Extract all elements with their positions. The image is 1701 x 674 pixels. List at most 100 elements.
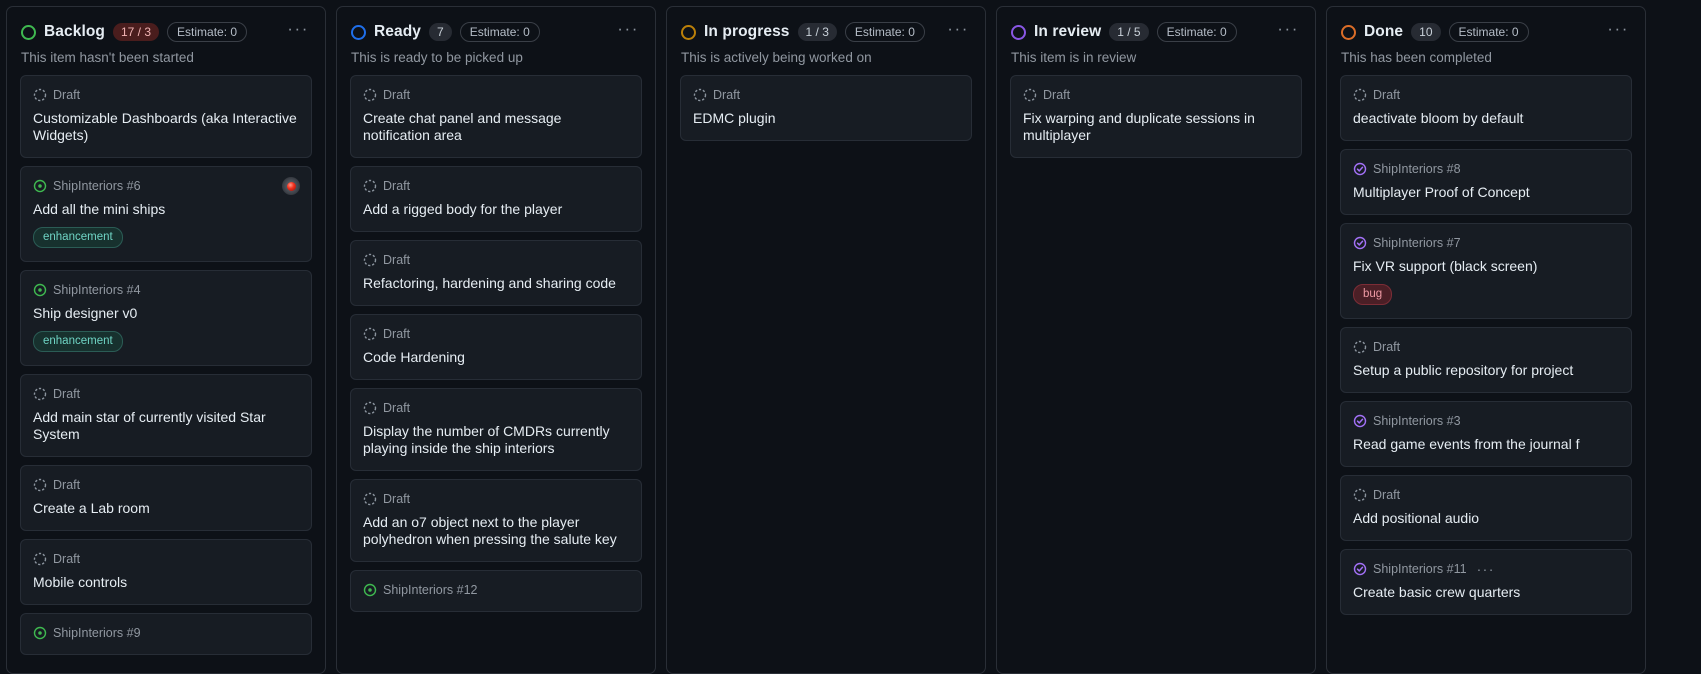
status-circle-icon [1341,24,1356,40]
card-meta-label: ShipInteriors #12 [383,583,478,597]
column-name: In review [1034,23,1102,40]
board-card[interactable]: Draft Add a rigged body for the player [350,166,642,232]
closed-issue-icon [1353,162,1367,176]
card-title: Fix VR support (black screen) [1353,258,1538,274]
board-card[interactable]: ShipInteriors #4 Ship designer v0 enhancem… [20,270,312,366]
column-title-row: Ready 7 Estimate: 0 ··· [351,20,641,43]
open-issue-icon [363,583,377,597]
card-meta: Draft [363,326,629,342]
board-card[interactable]: ShipInteriors #7 Fix VR support (black sc… [1340,223,1632,319]
board-card[interactable]: Draft Add main star of currently visited … [20,374,312,457]
column-menu-button[interactable]: ··· [285,20,311,40]
card-meta: Draft [363,400,629,416]
board-card[interactable]: ShipInteriors #8 Multiplayer Proof of Con… [1340,149,1632,215]
column-menu-button[interactable]: ··· [1275,20,1301,40]
card-meta-label: ShipInteriors #4 [53,283,141,297]
closed-issue-icon [1353,562,1367,576]
column-header: In progress 1 / 3 Estimate: 0 ··· This is ac… [667,7,985,65]
card-meta-label: Draft [383,492,411,506]
card-meta: Draft [1353,339,1619,355]
card-meta-label: Draft [1373,488,1401,502]
column-name: In progress [704,23,790,40]
card-meta: Draft [33,386,299,402]
label-badge[interactable]: enhancement [33,331,123,352]
card-meta: ShipInteriors #11 ··· [1353,561,1619,577]
label-badge[interactable]: enhancement [33,227,123,248]
board-column-in-progress: In progress 1 / 3 Estimate: 0 ··· This is ac… [666,6,986,674]
board-card[interactable]: Draft Add positional audio [1340,475,1632,541]
board-card[interactable]: Draft Fix warping and duplicate sessions … [1010,75,1302,158]
board-card[interactable]: Draft Add an o7 object next to the player… [350,479,642,562]
column-description: This is ready to be picked up [351,50,523,65]
board-card[interactable]: Draft Create chat panel and message notif… [350,75,642,158]
card-meta: ShipInteriors #3 [1353,413,1619,429]
draft-icon [363,327,377,341]
board-card[interactable]: Draft Customizable Dashboards (aka Intera… [20,75,312,158]
column-count-badge: 17 / 3 [113,23,160,41]
column-name: Done [1364,23,1404,40]
card-meta: ShipInteriors #12 [363,582,629,598]
board-card[interactable]: Draft deactivate bloom by default [1340,75,1632,141]
column-count-badge: 1 / 3 [797,23,837,41]
avatar[interactable] [282,177,300,195]
column-card-list: Draft Create chat panel and message notif… [337,65,655,673]
board-card[interactable]: Draft EDMC plugin [680,75,972,141]
card-meta: Draft [1353,87,1619,103]
board-card[interactable]: ShipInteriors #9 [20,613,312,655]
board-card[interactable]: ShipInteriors #3 Read game events from th… [1340,401,1632,467]
draft-icon [363,253,377,267]
column-description: This is actively being worked on [681,50,872,65]
column-estimate-badge: Estimate: 0 [1448,22,1529,42]
column-menu-button[interactable]: ··· [1605,20,1631,40]
column-header: In review 1 / 5 Estimate: 0 ··· This item is… [997,7,1315,65]
card-title: Add all the mini ships [33,201,166,217]
card-title: deactivate bloom by default [1353,110,1524,126]
board-card[interactable]: Draft Setup a public repository for proje… [1340,327,1632,393]
card-title: Fix warping and duplicate sessions in mu… [1023,110,1255,143]
card-meta-label: Draft [53,552,81,566]
column-description: This item is in review [1011,50,1137,65]
board-column-done: Done 10 Estimate: 0 ··· This has been comple… [1326,6,1646,674]
board-card[interactable]: Draft Code Hardening [350,314,642,380]
column-title-row: In review 1 / 5 Estimate: 0 ··· [1011,20,1301,43]
card-meta-label: Draft [53,88,81,102]
board-card[interactable]: ShipInteriors #12 [350,570,642,612]
card-menu-button[interactable]: ··· [1477,562,1495,576]
card-meta: Draft [363,87,629,103]
column-card-list: Draft deactivate bloom by default ShipInte… [1327,65,1645,673]
card-meta-label: Draft [713,88,741,102]
column-title-row: Backlog 17 / 3 Estimate: 0 ··· [21,20,311,43]
column-menu-button[interactable]: ··· [945,20,971,40]
card-meta: Draft [33,477,299,493]
board-column-backlog: Backlog 17 / 3 Estimate: 0 ··· This item has… [6,6,326,674]
column-header: Backlog 17 / 3 Estimate: 0 ··· This item has… [7,7,325,65]
column-name: Backlog [44,23,105,40]
status-circle-icon [21,24,36,40]
label-badge[interactable]: bug [1353,284,1393,305]
draft-icon [33,552,47,566]
board-card[interactable]: Draft Create a Lab room [20,465,312,531]
board-card[interactable]: Draft Refactoring, hardening and sharing … [350,240,642,306]
card-meta: ShipInteriors #4 [33,282,299,298]
card-meta: Draft [693,87,959,103]
board-card[interactable]: Draft Display the number of CMDRs current… [350,388,642,471]
board-card[interactable]: ShipInteriors #11 ··· Create basic crew qu… [1340,549,1632,615]
draft-icon [33,478,47,492]
card-meta-label: ShipInteriors #3 [1373,414,1461,428]
board-column-ready: Ready 7 Estimate: 0 ··· This is ready to be … [336,6,656,674]
card-title: Ship designer v0 [33,305,138,321]
card-meta: ShipInteriors #6 [33,178,299,194]
draft-icon [693,88,707,102]
card-meta: Draft [33,551,299,567]
column-header: Ready 7 Estimate: 0 ··· This is ready to be … [337,7,655,65]
board-card[interactable]: ShipInteriors #6 Add all the mini ships en… [20,166,312,262]
card-title: Refactoring, hardening and sharing code [363,275,616,291]
card-meta-label: ShipInteriors #9 [53,626,141,640]
card-meta-label: ShipInteriors #11 [1373,562,1467,576]
card-meta: Draft [363,491,629,507]
column-count-badge: 7 [429,23,452,41]
card-title: Create basic crew quarters [1353,584,1521,600]
board-card[interactable]: Draft Mobile controls [20,539,312,605]
column-menu-button[interactable]: ··· [615,20,641,40]
card-title: Multiplayer Proof of Concept [1353,184,1530,200]
